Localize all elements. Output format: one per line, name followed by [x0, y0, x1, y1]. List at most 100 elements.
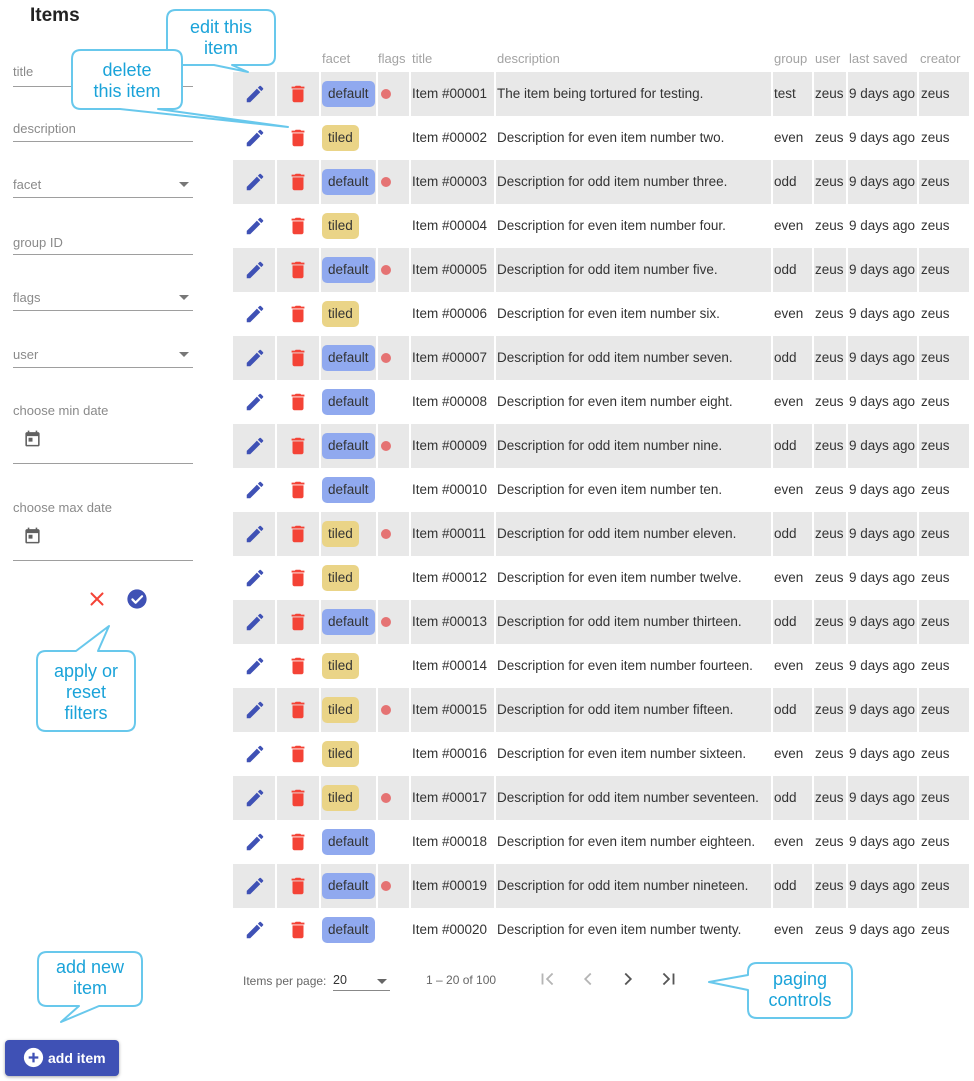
trash-icon[interactable]: [287, 787, 309, 809]
pencil-icon[interactable]: [244, 259, 266, 281]
apply-filters-button[interactable]: [126, 588, 148, 610]
pencil-icon[interactable]: [244, 303, 266, 325]
description-column-header[interactable]: description: [497, 51, 560, 66]
table-header: facet flags title description group user…: [233, 44, 969, 72]
table-row[interactable]: default Item #00018 Description for even i…: [233, 820, 969, 864]
pencil-icon[interactable]: [244, 479, 266, 501]
pencil-icon[interactable]: [244, 435, 266, 457]
facet-chip: tiled: [322, 125, 359, 151]
trash-icon[interactable]: [287, 215, 309, 237]
pencil-icon[interactable]: [244, 127, 266, 149]
title-cell: Item #00013: [412, 614, 488, 629]
trash-icon[interactable]: [287, 127, 309, 149]
title-cell: Item #00003: [412, 174, 488, 189]
title-cell: Item #00017: [412, 790, 488, 805]
pencil-icon[interactable]: [244, 875, 266, 897]
flags-column-header[interactable]: flags: [378, 51, 405, 66]
trash-icon[interactable]: [287, 259, 309, 281]
table-row[interactable]: default Item #00020 Description for even i…: [233, 908, 969, 952]
table-row[interactable]: tiled Item #00011 Description for odd item…: [233, 512, 969, 556]
calendar-icon[interactable]: [23, 526, 42, 545]
last-saved-column-header[interactable]: last saved: [849, 51, 908, 66]
table-row[interactable]: tiled Item #00004 Description for even ite…: [233, 204, 969, 248]
table-row[interactable]: tiled Item #00012 Description for even ite…: [233, 556, 969, 600]
title-column-header[interactable]: title: [412, 51, 432, 66]
creator-column-header[interactable]: creator: [920, 51, 960, 66]
reset-filters-button[interactable]: [86, 588, 108, 610]
pencil-icon[interactable]: [244, 699, 266, 721]
table-row[interactable]: default Item #00003 Description for odd it…: [233, 160, 969, 204]
user-filter-select[interactable]: user: [13, 343, 193, 368]
trash-icon[interactable]: [287, 391, 309, 413]
flag-indicator: [381, 177, 391, 187]
table-row[interactable]: default Item #00007 Description for odd it…: [233, 336, 969, 380]
trash-icon[interactable]: [287, 435, 309, 457]
trash-icon[interactable]: [287, 347, 309, 369]
max-date-label: choose max date: [13, 500, 113, 515]
pencil-icon[interactable]: [244, 743, 266, 765]
min-date-filter[interactable]: choose min date: [13, 402, 193, 464]
pencil-icon[interactable]: [244, 391, 266, 413]
trash-icon[interactable]: [287, 655, 309, 677]
pencil-icon[interactable]: [244, 523, 266, 545]
user-column-header[interactable]: user: [815, 51, 840, 66]
facet-filter-select[interactable]: facet: [13, 173, 193, 198]
table-row[interactable]: default Item #00008 Description for even i…: [233, 380, 969, 424]
table-row[interactable]: tiled Item #00016 Description for even ite…: [233, 732, 969, 776]
description-cell: Description for odd item number thirteen…: [497, 614, 742, 629]
facet-column-header[interactable]: facet: [322, 51, 350, 66]
trash-icon[interactable]: [287, 875, 309, 897]
first-page-icon[interactable]: [537, 968, 559, 990]
table-row[interactable]: tiled Item #00006 Description for even ite…: [233, 292, 969, 336]
pencil-icon[interactable]: [244, 347, 266, 369]
pencil-icon[interactable]: [244, 831, 266, 853]
flags-filter-select[interactable]: flags: [13, 286, 193, 311]
last-page-icon[interactable]: [657, 968, 679, 990]
pencil-icon[interactable]: [244, 215, 266, 237]
trash-icon[interactable]: [287, 743, 309, 765]
group-id-filter-input[interactable]: group ID: [13, 231, 193, 255]
description-filter-input[interactable]: description: [13, 118, 193, 142]
table-row[interactable]: default Item #00009 Description for odd it…: [233, 424, 969, 468]
title-cell: Item #00010: [412, 482, 488, 497]
table-row[interactable]: tiled Item #00015 Description for odd item…: [233, 688, 969, 732]
table-row[interactable]: tiled Item #00017 Description for odd item…: [233, 776, 969, 820]
chevron-down-icon: [179, 295, 189, 300]
table-row[interactable]: default Item #00005 Description for odd it…: [233, 248, 969, 292]
trash-icon[interactable]: [287, 919, 309, 941]
table-row[interactable]: tiled Item #00002 Description for even ite…: [233, 116, 969, 160]
trash-icon[interactable]: [287, 479, 309, 501]
pencil-icon[interactable]: [244, 919, 266, 941]
next-page-icon[interactable]: [617, 968, 639, 990]
table-row[interactable]: default Item #00019 Description for odd it…: [233, 864, 969, 908]
creator-cell: zeus: [921, 306, 950, 321]
table-row[interactable]: default Item #00001 The item being torture…: [233, 72, 969, 116]
calendar-icon[interactable]: [23, 429, 42, 448]
trash-icon[interactable]: [287, 83, 309, 105]
pencil-icon[interactable]: [244, 567, 266, 589]
trash-icon[interactable]: [287, 171, 309, 193]
pencil-icon[interactable]: [244, 787, 266, 809]
trash-icon[interactable]: [287, 699, 309, 721]
table-row[interactable]: default Item #00010 Description for even i…: [233, 468, 969, 512]
previous-page-icon[interactable]: [577, 968, 599, 990]
max-date-filter[interactable]: choose max date: [13, 499, 193, 561]
items-per-page-select[interactable]: 20: [333, 968, 390, 991]
facet-chip: tiled: [322, 565, 359, 591]
pencil-icon[interactable]: [244, 171, 266, 193]
table-row[interactable]: default Item #00013 Description for odd it…: [233, 600, 969, 644]
trash-icon[interactable]: [287, 831, 309, 853]
flag-indicator: [381, 529, 391, 539]
add-item-button[interactable]: add item: [5, 1040, 119, 1076]
pencil-icon[interactable]: [244, 611, 266, 633]
trash-icon[interactable]: [287, 567, 309, 589]
pencil-icon[interactable]: [244, 655, 266, 677]
table-row[interactable]: tiled Item #00014 Description for even ite…: [233, 644, 969, 688]
trash-icon[interactable]: [287, 303, 309, 325]
group-column-header[interactable]: group: [774, 51, 807, 66]
last-saved-cell: 9 days ago: [849, 878, 916, 893]
column-divider: [812, 160, 814, 204]
trash-icon[interactable]: [287, 523, 309, 545]
trash-icon[interactable]: [287, 611, 309, 633]
pencil-icon[interactable]: [244, 83, 266, 105]
